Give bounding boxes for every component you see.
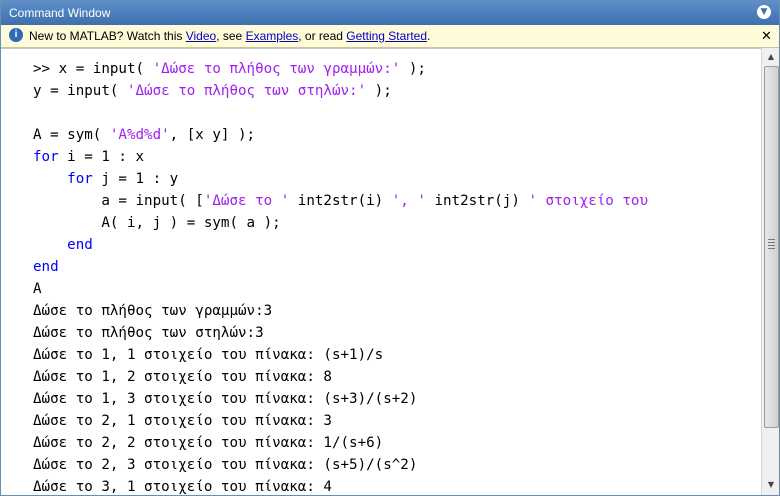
- console-line: end: [33, 256, 648, 278]
- console-output[interactable]: >> x = input( 'Δώσε το πλήθος των γραμμώ…: [1, 48, 761, 495]
- code-token: Δώσε το 2, 3 στοιχείο του πίνακα: (s+5)/…: [33, 457, 418, 473]
- code-token: Δώσε το 3, 1 στοιχείο του πίνακα: 4: [33, 479, 332, 495]
- console-line: end: [33, 234, 648, 256]
- console-line: Δώσε το 3, 1 στοιχείο του πίνακα: 4: [33, 476, 648, 495]
- code-token: Δώσε το πλήθος των στηλών:3: [33, 325, 264, 341]
- console-line: Δώσε το πλήθος των στηλών:3: [33, 322, 648, 344]
- console-line: Δώσε το 1, 2 στοιχείο του πίνακα: 8: [33, 366, 648, 388]
- scroll-down-icon[interactable]: ▼: [764, 478, 778, 492]
- info-icon: i: [9, 28, 23, 42]
- code-token: int2str(j): [425, 193, 529, 209]
- info-message: New to MATLAB? Watch this Video, see Exa…: [29, 29, 430, 43]
- console-line: Δώσε το 2, 2 στοιχείο του πίνακα: 1/(s+6…: [33, 432, 648, 454]
- code-token: , [x y] );: [169, 127, 256, 143]
- code-token: Δώσε το πλήθος των γραμμών:3: [33, 303, 273, 319]
- code-token: j = 1 : y: [92, 171, 179, 187]
- console-line: y = input( 'Δώσε το πλήθος των στηλών:' …: [33, 80, 648, 102]
- keyword-token: end: [67, 237, 93, 253]
- console-line: >> x = input( 'Δώσε το πλήθος των γραμμώ…: [33, 58, 648, 80]
- console-lines: >> x = input( 'Δώσε το πλήθος των γραμμώ…: [33, 58, 648, 495]
- console-line: Δώσε το 1, 3 στοιχείο του πίνακα: (s+3)/…: [33, 388, 648, 410]
- string-token: 'A%d%d': [109, 127, 170, 143]
- console-line: Δώσε το πλήθος των γραμμών:3: [33, 300, 648, 322]
- info-prefix: New to MATLAB? Watch this: [29, 29, 186, 43]
- console-line: Δώσε το 1, 1 στοιχείο του πίνακα: (s+1)/…: [33, 344, 648, 366]
- code-token: );: [366, 83, 392, 99]
- info-mid-1: , see: [216, 29, 246, 43]
- console-line: a = input( ['Δώσε το ' int2str(i) ', ' i…: [33, 190, 648, 212]
- close-icon[interactable]: ✕: [761, 28, 772, 44]
- code-token: Δώσε το 1, 2 στοιχείο του πίνακα: 8: [33, 369, 332, 385]
- code-token: A( i, j ) = sym( a );: [33, 215, 281, 231]
- console-line: A = sym( 'A%d%d', [x y] );: [33, 124, 648, 146]
- video-link[interactable]: Video: [186, 29, 216, 43]
- examples-link[interactable]: Examples: [246, 29, 299, 43]
- code-token: );: [400, 61, 426, 77]
- code-token: y = input(: [33, 83, 127, 99]
- info-bar: i New to MATLAB? Watch this Video, see E…: [1, 25, 779, 48]
- scrollbar-thumb[interactable]: [764, 66, 779, 428]
- console-line: for i = 1 : x: [33, 146, 648, 168]
- code-token: Δώσε το 1, 1 στοιχείο του πίνακα: (s+1)/…: [33, 347, 384, 363]
- string-token: ', ': [391, 193, 426, 209]
- string-token: 'Δώσε το ': [203, 193, 290, 209]
- chevron-down-icon[interactable]: ▼: [757, 5, 771, 19]
- code-token: Δώσε το 2, 2 στοιχείο του πίνακα: 1/(s+6…: [33, 435, 384, 451]
- command-window: Command Window ▼ i New to MATLAB? Watch …: [0, 0, 780, 496]
- keyword-token: end: [33, 259, 59, 275]
- code-token: Δώσε το 2, 1 στοιχείο του πίνακα: 3: [33, 413, 332, 429]
- code-token: A: [33, 281, 42, 297]
- vertical-scrollbar[interactable]: ▲ ▼: [761, 48, 779, 495]
- console-line: Δώσε το 2, 1 στοιχείο του πίνακα: 3: [33, 410, 648, 432]
- getting-started-link[interactable]: Getting Started: [346, 29, 427, 43]
- code-token: >> x = input(: [33, 61, 153, 77]
- scroll-up-icon[interactable]: ▲: [764, 50, 778, 64]
- code-token: Δώσε το 1, 3 στοιχείο του πίνακα: (s+3)/…: [33, 391, 418, 407]
- code-token: i = 1 : x: [58, 149, 145, 165]
- console-line: for j = 1 : y: [33, 168, 648, 190]
- info-suffix: .: [427, 29, 431, 43]
- code-token: A = sym(: [33, 127, 110, 143]
- keyword-token: for: [33, 149, 59, 165]
- code-token: a = input( [: [33, 193, 204, 209]
- string-token: 'Δώσε το πλήθος των στηλών:': [126, 83, 367, 99]
- window-title: Command Window: [9, 6, 111, 20]
- console-line: Δώσε το 2, 3 στοιχείο του πίνακα: (s+5)/…: [33, 454, 648, 476]
- info-mid-2: , or read: [298, 29, 347, 43]
- code-token: int2str(i): [289, 193, 392, 209]
- console-line: A: [33, 278, 648, 300]
- string-token: 'Δώσε το πλήθος των γραμμών:': [152, 61, 401, 77]
- keyword-token: for: [67, 171, 93, 187]
- string-token: ' στοιχείο του: [528, 193, 649, 209]
- title-bar: Command Window ▼: [1, 1, 779, 25]
- console-line: A( i, j ) = sym( a );: [33, 212, 648, 234]
- grip-icon: [768, 239, 775, 249]
